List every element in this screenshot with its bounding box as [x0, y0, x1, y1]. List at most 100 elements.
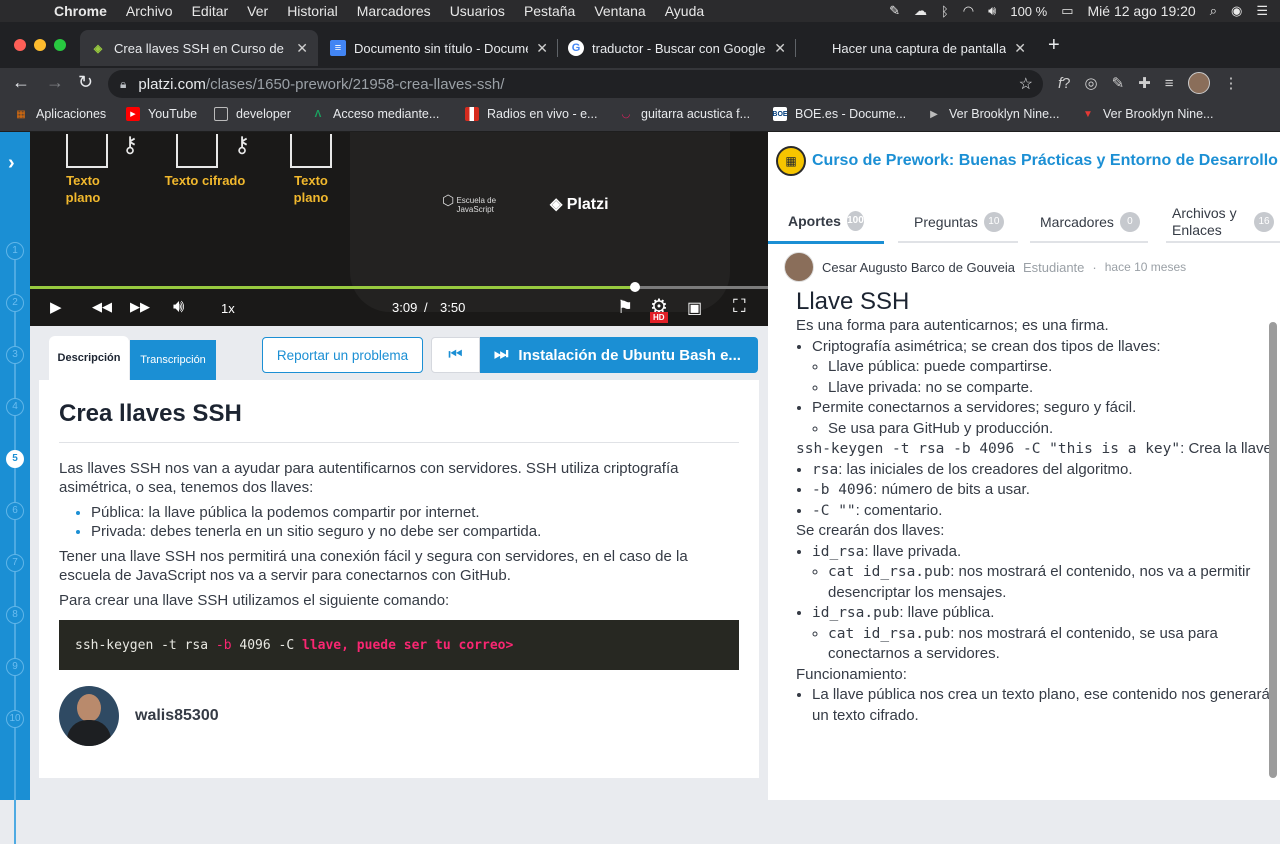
step-1[interactable]: 1	[6, 242, 24, 260]
menu-usuarios[interactable]: Usuarios	[450, 3, 505, 19]
menu-pestana[interactable]: Pestaña	[524, 3, 575, 19]
profile-avatar[interactable]	[1187, 72, 1210, 94]
new-tab-icon[interactable]: +	[1048, 34, 1060, 57]
step-3[interactable]: 3	[6, 346, 24, 364]
author-name[interactable]: walis85300	[135, 707, 219, 725]
tab-marcadores[interactable]: Marcadores 0	[1040, 200, 1140, 244]
tab-google[interactable]: G traductor - Buscar con Google ✕	[558, 30, 796, 66]
step-7[interactable]: 7	[6, 554, 24, 572]
commenter-name[interactable]: Cesar Augusto Barco de Gouveia	[822, 260, 1015, 275]
close-window-button[interactable]	[14, 39, 26, 51]
next-class-button[interactable]: ⏭︎ Instalación de Ubuntu Bash e...	[480, 337, 758, 373]
siri-icon[interactable]: ◉	[1231, 3, 1242, 19]
bookmark-apps[interactable]: ▦ Aplicaciones	[14, 107, 106, 121]
menu-archivo[interactable]: Archivo	[126, 3, 173, 19]
fullscreen-icon[interactable]: ⛶	[733, 296, 746, 317]
document-icon	[290, 134, 332, 168]
course-title[interactable]: Curso de Prework: Buenas Prácticas y Ent…	[812, 152, 1278, 170]
bookmark-star-icon[interactable]: ☆	[1019, 74, 1033, 94]
reload-icon[interactable]: ↻	[78, 72, 93, 93]
step-6[interactable]: 6	[6, 502, 24, 520]
panel-scrollbar[interactable]	[1269, 322, 1277, 778]
key-icon: ⚷	[234, 132, 251, 157]
tab-aportes[interactable]: Aportes 100	[768, 200, 884, 244]
tab-archivos[interactable]: Archivos y Enlaces 16	[1172, 200, 1274, 244]
spotlight-icon[interactable]: ⌕	[1210, 3, 1217, 19]
menu-historial[interactable]: Historial	[287, 3, 338, 19]
tab-docs[interactable]: ≡ Documento sin título - Docume ✕	[320, 30, 558, 66]
menu-ayuda[interactable]: Ayuda	[665, 3, 704, 19]
bluetooth-icon[interactable]: ᛒ	[941, 4, 949, 19]
volume-icon[interactable]: 🔊︎	[173, 296, 184, 317]
step-4[interactable]: 4	[6, 398, 24, 416]
lock-icon[interactable]: 🔒︎	[120, 77, 126, 92]
bookmark-radios[interactable]: Radios en vivo - e...	[465, 107, 597, 121]
status-app-icon[interactable]: ✎	[889, 3, 900, 19]
media-playlist-icon[interactable]: ≡	[1165, 75, 1174, 92]
playback-speed[interactable]: 1x	[221, 301, 235, 316]
close-tab-icon[interactable]: ✕	[1014, 40, 1026, 57]
wifi-icon[interactable]: ◠	[963, 3, 974, 19]
community-tabs: Aportes 100 Preguntas 10 Marcadores 0 Archi…	[768, 194, 1280, 244]
close-tab-icon[interactable]: ✕	[536, 40, 548, 57]
bookmark-youtube[interactable]: ▶ YouTube	[126, 107, 197, 121]
step-8[interactable]: 8	[6, 606, 24, 624]
puzzle-extensions-icon[interactable]: ✚	[1138, 74, 1151, 92]
bookmark-icon[interactable]: ⚑	[617, 297, 633, 318]
minimize-window-button[interactable]	[34, 39, 46, 51]
report-problem-button[interactable]: Reportar un problema	[262, 337, 423, 373]
step-2[interactable]: 2	[6, 294, 24, 312]
expand-sidebar-chevron-icon[interactable]: ›	[8, 152, 15, 175]
list-item: Criptografía asimétrica; se crean dos ti…	[812, 337, 1280, 399]
tab-platzi[interactable]: ◈ Crea llaves SSH en Curso de Pr ✕	[80, 30, 318, 66]
tab-apple[interactable]: Hacer una captura de pantalla ✕	[798, 30, 1036, 66]
extension-circle-icon[interactable]: ◎	[1085, 74, 1098, 92]
bookmark-brooklyn-1[interactable]: ▶ Ver Brooklyn Nine...	[927, 107, 1059, 121]
clock[interactable]: Mié 12 ago 19:20	[1088, 3, 1196, 19]
forward-arrow-icon[interactable]: →	[46, 72, 64, 93]
back-arrow-icon[interactable]: ←	[12, 72, 30, 93]
cloud-icon[interactable]: ☁	[914, 3, 927, 19]
tab-description[interactable]: Descripción	[49, 336, 129, 380]
bookmark-boe[interactable]: BOE BOE.es - Docume...	[772, 107, 906, 121]
control-center-icon[interactable]: ☰	[1256, 3, 1268, 19]
picture-in-picture-icon[interactable]: ▣	[687, 298, 702, 318]
bookmark-brooklyn-2[interactable]: ▼ Ver Brooklyn Nine...	[1081, 107, 1213, 121]
current-time: 3:09	[392, 300, 418, 315]
menu-ver[interactable]: Ver	[247, 3, 268, 19]
course-badge-icon[interactable]: ▦	[776, 146, 806, 176]
bookmark-guitarra[interactable]: ◡ guitarra acustica f...	[619, 107, 750, 121]
zoom-window-button[interactable]	[54, 39, 66, 51]
play-icon[interactable]: ▶	[50, 298, 62, 316]
formula-extension-icon[interactable]: f?	[1058, 75, 1071, 92]
close-tab-icon[interactable]: ✕	[296, 40, 308, 57]
author-avatar[interactable]	[59, 686, 119, 746]
video-progress-bar[interactable]	[30, 282, 768, 292]
menu-app-name[interactable]: Chrome	[54, 3, 107, 19]
address-bar[interactable]: 🔒︎ platzi.com /clases/1650-prework/21958…	[108, 70, 1043, 98]
battery-icon[interactable]: ▭	[1061, 3, 1073, 19]
tab-preguntas[interactable]: Preguntas 10	[914, 200, 1004, 244]
menu-editar[interactable]: Editar	[192, 3, 229, 19]
video-label-plain-2: Texto plano	[293, 173, 329, 205]
close-tab-icon[interactable]: ✕	[774, 40, 786, 57]
school-logo: ⬡ Escuela de JavaScript	[442, 193, 506, 214]
pen-extension-icon[interactable]: ✎	[1112, 74, 1125, 92]
bookmark-developer[interactable]: developer	[214, 107, 291, 121]
volume-icon[interactable]: 🔊︎	[988, 3, 996, 19]
chrome-menu-icon[interactable]: ⋮	[1224, 74, 1239, 92]
school-logo-icon: ⬡	[442, 192, 455, 208]
step-5-current[interactable]: 5	[6, 450, 24, 468]
step-9[interactable]: 9	[6, 658, 24, 676]
bookmark-acceso[interactable]: Λ Acceso mediante...	[311, 107, 440, 121]
tab-transcription[interactable]: Transcripción	[130, 340, 216, 380]
bookmark-label: YouTube	[148, 107, 198, 121]
previous-class-button[interactable]: ⏮︎	[431, 337, 480, 373]
menu-marcadores[interactable]: Marcadores	[357, 3, 431, 19]
commenter-avatar[interactable]	[784, 252, 814, 282]
rewind-icon[interactable]: ◀◀	[92, 299, 112, 315]
fast-forward-icon[interactable]: ▶▶	[130, 299, 150, 315]
step-10[interactable]: 10	[6, 710, 24, 728]
code-block[interactable]: ssh-keygen -t rsa -b 4096 -C llave, pued…	[59, 620, 739, 670]
menu-ventana[interactable]: Ventana	[594, 3, 645, 19]
